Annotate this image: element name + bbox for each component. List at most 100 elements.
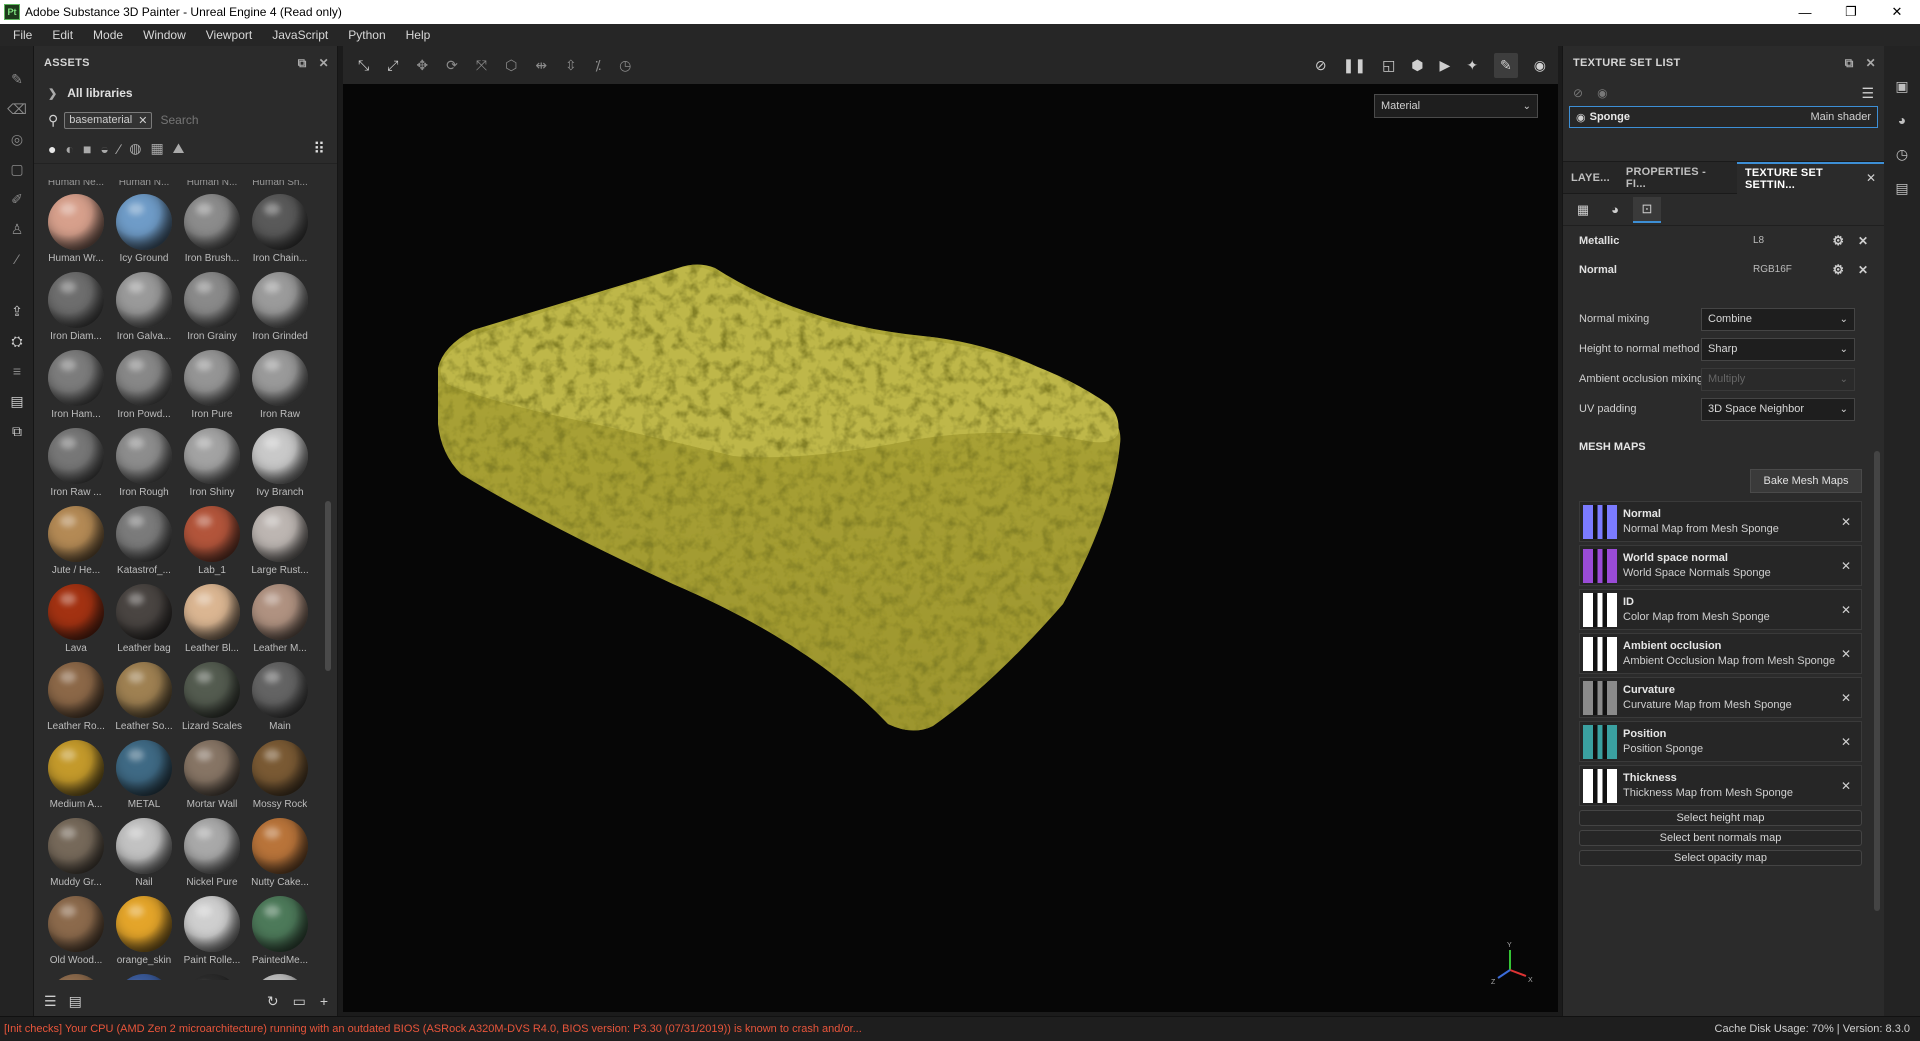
2d-view-icon[interactable]: ◱	[1382, 57, 1395, 74]
tab-properties[interactable]: PROPERTIES - FI...	[1618, 162, 1737, 194]
menu-javascript[interactable]: JavaScript	[265, 28, 335, 42]
smart-masks-filter-icon[interactable]: ◒	[100, 141, 108, 157]
material-thumbnail[interactable]: Lizard Scales	[178, 662, 246, 732]
sort-icon[interactable]: ☰	[44, 993, 57, 1010]
material-thumbnail[interactable]: Leather Ro...	[42, 662, 110, 732]
log-icon[interactable]: ▤	[1884, 172, 1920, 204]
material-thumbnail[interactable]: Iron Galva...	[110, 272, 178, 342]
materials-filter-icon[interactable]: ●	[48, 141, 56, 157]
material-thumbnail[interactable]: Leather Bl...	[178, 584, 246, 654]
3d-view-icon[interactable]: ⬢	[1411, 57, 1423, 74]
material-thumbnail[interactable]: Iron Shiny	[178, 428, 246, 498]
tab-texture-set-settings[interactable]: TEXTURE SET SETTIN...	[1736, 161, 1884, 194]
add-icon[interactable]: +	[320, 993, 328, 1010]
assets-scrollbar[interactable]	[325, 501, 331, 671]
menu-python[interactable]: Python	[341, 28, 392, 42]
uv-padding-select[interactable]: 3D Space Neighbor ⌄	[1701, 397, 1855, 421]
material-thumbnail[interactable]: PaintedMe...	[246, 896, 314, 966]
mesh-map-row[interactable]: Thickness Thickness Map from Mesh Sponge ✕	[1579, 765, 1862, 806]
gear-icon[interactable]: ⚙	[1832, 262, 1844, 278]
maximize-button[interactable]: ❐	[1828, 0, 1874, 24]
material-thumbnail[interactable]: Iron Grainy	[178, 272, 246, 342]
remove-map-icon[interactable]: ✕	[1841, 779, 1851, 793]
menu-window[interactable]: Window	[136, 28, 193, 42]
material-thumbnail[interactable]: Iron Rough	[110, 428, 178, 498]
camera-icon[interactable]: ▶	[1440, 57, 1451, 74]
material-thumbnail[interactable]: Iron Chain...	[246, 194, 314, 264]
alphas-filter-icon[interactable]: ◍	[129, 140, 141, 157]
eye-icon[interactable]: ◉	[1597, 86, 1607, 100]
material-thumbnail[interactable]: Iron Raw ...	[42, 428, 110, 498]
color-picker-icon[interactable]: ⁄	[0, 244, 34, 274]
material-thumbnail[interactable]: Main	[246, 662, 314, 732]
shader-settings-icon[interactable]: ◕	[1884, 104, 1920, 136]
eraser-icon[interactable]: ⌫	[0, 94, 34, 124]
material-thumbnail[interactable]: Jute / He...	[42, 506, 110, 576]
hide-icon[interactable]: ⊘	[1315, 57, 1327, 74]
gear-icon[interactable]: ⚙	[1832, 233, 1844, 249]
libraries-selector[interactable]: ❯ All libraries	[34, 80, 337, 106]
transform-icon[interactable]: ⤡	[358, 57, 369, 74]
material-thumbnail[interactable]: Leather So...	[110, 662, 178, 732]
clone-stamp-icon[interactable]: ♙	[0, 214, 34, 244]
grunges-filter-icon[interactable]: ▦	[150, 140, 163, 157]
pause-icon[interactable]: ❚❚	[1343, 57, 1366, 74]
grid-view-icon[interactable]: ⠿	[313, 139, 325, 159]
channel-format[interactable]: L8	[1753, 235, 1764, 246]
material-thumbnail[interactable]: Muddy Gr...	[42, 818, 110, 888]
smudge-icon[interactable]: ✐	[0, 184, 34, 214]
material-thumbnail[interactable]	[110, 974, 178, 980]
material-thumbnail[interactable]: Human Wr...	[42, 194, 110, 264]
environments-filter-icon[interactable]: ⛰	[173, 140, 185, 157]
material-thumbnail[interactable]: Iron Diam...	[42, 272, 110, 342]
normal-mixing-select[interactable]: Combine ⌄	[1701, 307, 1855, 331]
select-height-map-button[interactable]: Select height map	[1579, 810, 1862, 826]
tab-layers[interactable]: LAYE...	[1563, 162, 1618, 194]
rotate-icon[interactable]: ⟳	[446, 57, 458, 74]
geometry-mask-icon[interactable]: ▢	[0, 154, 34, 184]
material-thumbnail[interactable]: Iron Grinded	[246, 272, 314, 342]
material-thumbnail[interactable]: Nail	[110, 818, 178, 888]
channel-format[interactable]: RGB16F	[1753, 264, 1792, 275]
float-panel-icon[interactable]: ⧉	[1845, 56, 1854, 71]
close-panel-icon[interactable]: ✕	[1866, 56, 1876, 71]
material-thumbnail[interactable]: Large Rust...	[246, 506, 314, 576]
minimize-button[interactable]: —	[1782, 0, 1828, 24]
mesh-map-row[interactable]: Normal Normal Map from Mesh Sponge ✕	[1579, 501, 1862, 542]
textures-filter-icon[interactable]: ■	[83, 141, 91, 157]
material-thumbnail[interactable]: Ivy Branch	[246, 428, 314, 498]
material-thumbnail[interactable]: Iron Ham...	[42, 350, 110, 420]
height-to-normal-select[interactable]: Sharp ⌄	[1701, 337, 1855, 361]
remove-map-icon[interactable]: ✕	[1841, 691, 1851, 705]
history-icon[interactable]: ◷	[1884, 138, 1920, 170]
error-message[interactable]: [Init checks] Your CPU (AMD Zen 2 microa…	[4, 1023, 862, 1035]
search-tag[interactable]: basematerial ✕	[64, 111, 153, 129]
material-thumbnail[interactable]: orange_skin	[110, 896, 178, 966]
material-thumbnail[interactable]: Leather M...	[246, 584, 314, 654]
material-thumbnail[interactable]: Iron Brush...	[178, 194, 246, 264]
export-icon[interactable]: ⇪	[0, 296, 34, 326]
material-thumbnail[interactable]	[42, 974, 110, 980]
move-icon[interactable]: ✥	[416, 57, 428, 74]
menu-icon[interactable]: ☰	[1861, 85, 1874, 102]
remove-map-icon[interactable]: ✕	[1841, 735, 1851, 749]
iray-icon[interactable]: ✦	[1466, 57, 1478, 74]
float-panel-icon[interactable]: ⧉	[298, 56, 307, 71]
mirror-y-icon[interactable]: ⇳	[565, 57, 577, 74]
display-settings-icon[interactable]: ▣	[1884, 70, 1920, 102]
material-thumbnail[interactable]: Lava	[42, 584, 110, 654]
material-thumbnail[interactable]: Nutty Cake...	[246, 818, 314, 888]
remove-map-icon[interactable]: ✕	[1841, 647, 1851, 661]
3d-viewport[interactable]: Material ⌄ Y X Z	[343, 84, 1558, 1012]
mesh-map-row[interactable]: Ambient occlusion Ambient Occlusion Map f…	[1579, 633, 1862, 674]
material-thumbnail[interactable]: Iron Pure	[178, 350, 246, 420]
remove-channel-icon[interactable]: ✕	[1858, 263, 1868, 277]
settings-scrollbar[interactable]	[1874, 451, 1880, 911]
material-thumbnail[interactable]: Icy Ground	[110, 194, 178, 264]
scale-icon[interactable]: ⤧	[476, 57, 487, 74]
remove-tag-icon[interactable]: ✕	[138, 114, 147, 127]
mesh-maps-icon[interactable]: ◕	[1601, 197, 1629, 223]
material-thumbnail[interactable]: Paint Rolle...	[178, 896, 246, 966]
menu-help[interactable]: Help	[399, 28, 438, 42]
mesh-map-row[interactable]: Curvature Curvature Map from Mesh Sponge ✕	[1579, 677, 1862, 718]
